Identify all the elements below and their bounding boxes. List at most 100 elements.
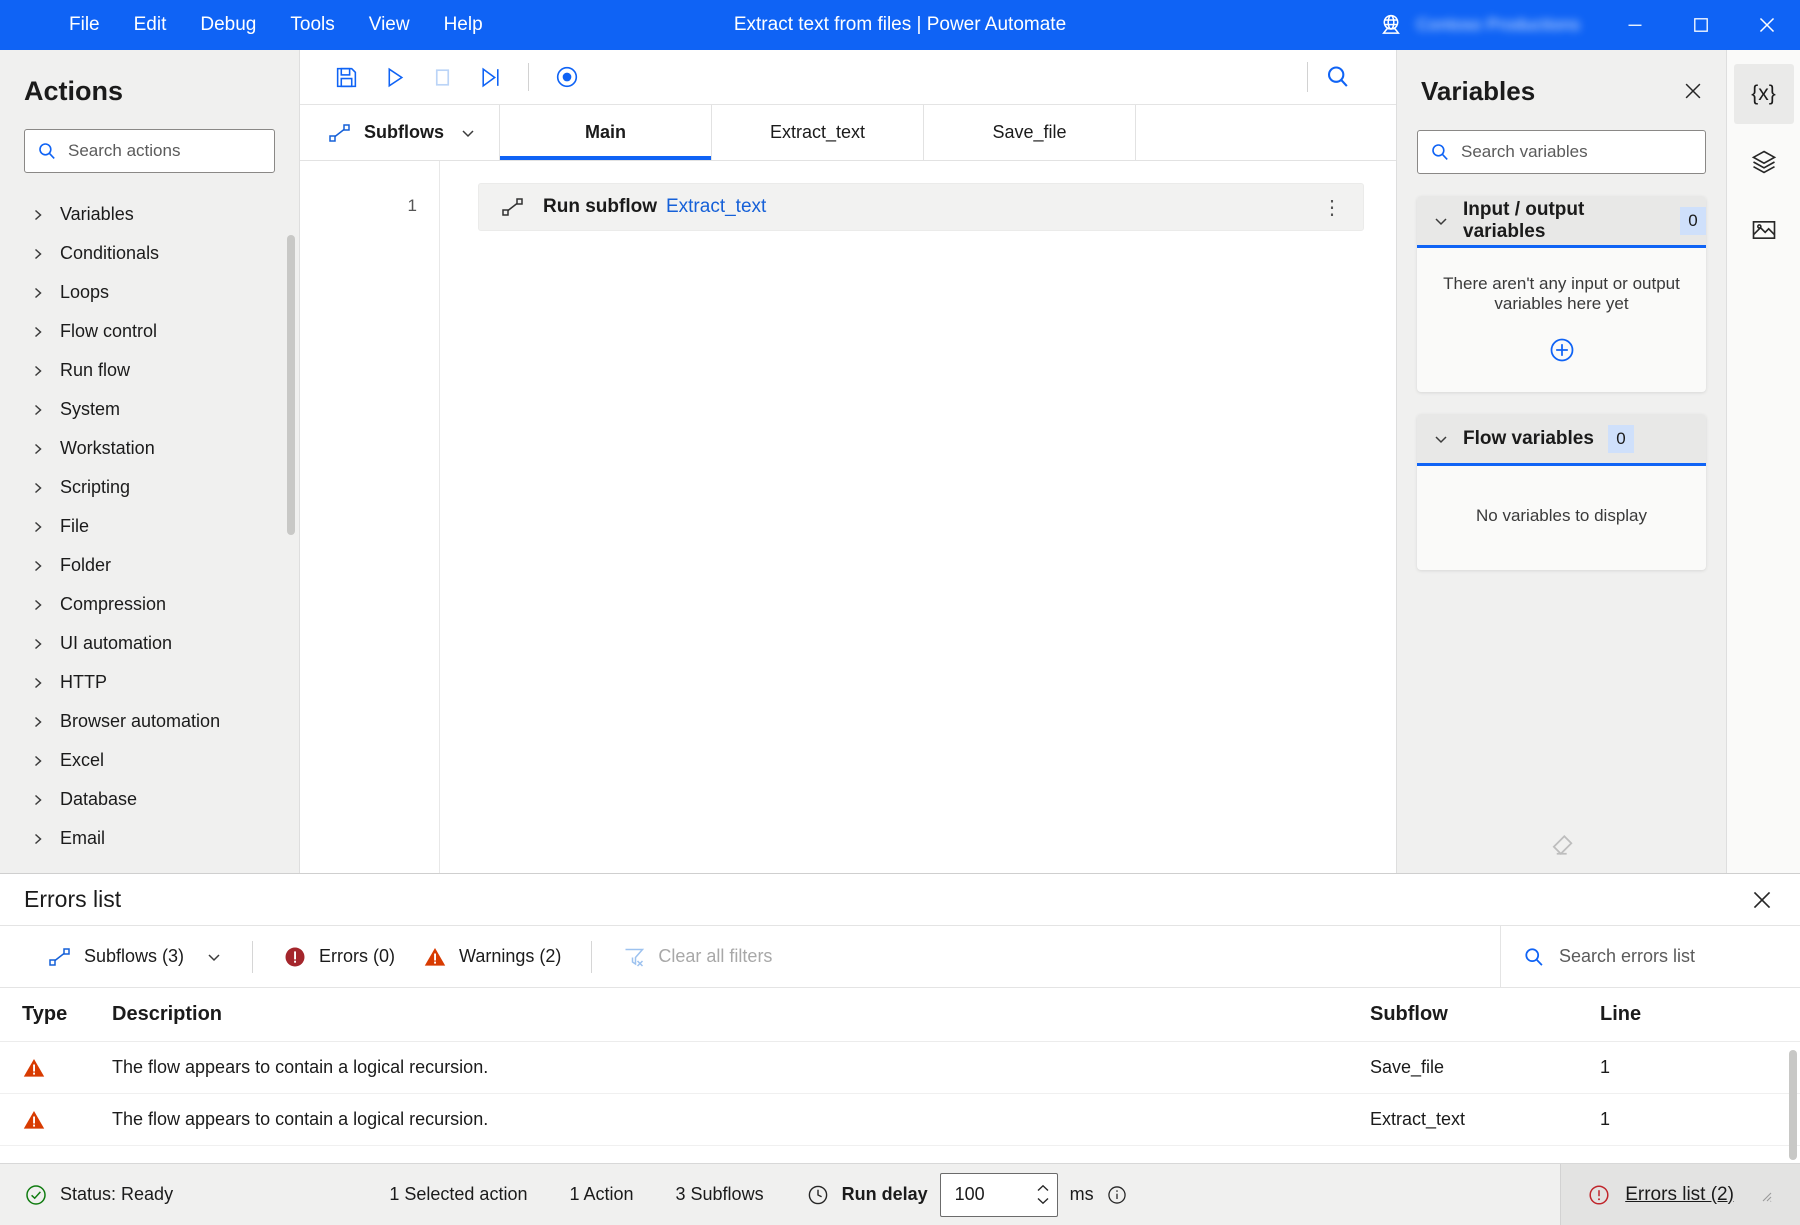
menu-debug[interactable]: Debug bbox=[183, 0, 273, 50]
action-group-conditionals[interactable]: Conditionals bbox=[0, 234, 299, 273]
action-group-email[interactable]: Email bbox=[0, 819, 299, 858]
variables-braces-icon: {x} bbox=[1751, 82, 1776, 105]
toolbar-divider-right bbox=[1307, 62, 1308, 92]
stepper-up-icon[interactable] bbox=[1035, 1183, 1051, 1194]
minimize-button[interactable] bbox=[1602, 0, 1668, 50]
action-group-ui-automation[interactable]: UI automation bbox=[0, 624, 299, 663]
search-flow-button[interactable] bbox=[1314, 57, 1362, 97]
filter-warnings-label: Warnings (2) bbox=[459, 946, 562, 966]
subflows-dropdown[interactable]: Subflows bbox=[300, 105, 500, 160]
chevron-right-icon bbox=[28, 559, 48, 573]
errors-table-scrollbar[interactable] bbox=[1789, 1050, 1797, 1160]
errors-list-link[interactable]: Errors list (2) bbox=[1625, 1184, 1734, 1206]
filter-errors[interactable]: Errors (0) bbox=[269, 937, 409, 977]
action-group-browser-automation[interactable]: Browser automation bbox=[0, 702, 299, 741]
clear-variables-button[interactable] bbox=[1397, 831, 1726, 859]
action-group-workstation[interactable]: Workstation bbox=[0, 429, 299, 468]
warning-icon bbox=[22, 1056, 108, 1080]
column-header-line: Line bbox=[1600, 1003, 1642, 1025]
empty-state-text: No variables to display bbox=[1475, 506, 1648, 525]
run-next-action-button[interactable] bbox=[466, 57, 514, 97]
search-actions-input[interactable] bbox=[68, 141, 262, 161]
action-group-database[interactable]: Database bbox=[0, 780, 299, 819]
resize-grip-icon[interactable] bbox=[1758, 1188, 1772, 1202]
action-group-http[interactable]: HTTP bbox=[0, 663, 299, 702]
chevron-right-icon bbox=[28, 403, 48, 417]
search-errors-input[interactable] bbox=[1559, 946, 1800, 967]
actions-scrollbar[interactable] bbox=[287, 235, 295, 535]
clear-all-filters-button[interactable]: Clear all filters bbox=[608, 937, 786, 977]
maximize-button[interactable] bbox=[1668, 0, 1734, 50]
run-delay-stepper[interactable]: 100 bbox=[939, 1172, 1058, 1217]
row-type-cell bbox=[0, 1108, 108, 1132]
recorder-button[interactable] bbox=[543, 57, 591, 97]
table-row[interactable]: The flow appears to contain a logical re… bbox=[0, 1042, 1800, 1094]
search-variables-input[interactable] bbox=[1461, 142, 1693, 162]
stepper-arrows[interactable] bbox=[1035, 1183, 1051, 1206]
action-group-label: Conditionals bbox=[60, 243, 160, 263]
close-button[interactable] bbox=[1734, 0, 1800, 50]
variables-panel-close-button[interactable] bbox=[1676, 74, 1710, 108]
step-argument[interactable]: Extract_text bbox=[666, 196, 766, 218]
step-more-menu-icon[interactable]: ⋮ bbox=[1317, 192, 1347, 222]
right-rail: {x} bbox=[1726, 50, 1800, 873]
add-input-output-variable-button[interactable] bbox=[1431, 336, 1692, 364]
action-group-loops[interactable]: Loops bbox=[0, 273, 299, 312]
rail-images-button[interactable] bbox=[1734, 200, 1794, 260]
menu-file[interactable]: File bbox=[52, 0, 117, 50]
filter-subflows-label: Subflows (3) bbox=[84, 946, 185, 966]
actions-panel-title: Actions bbox=[24, 76, 124, 106]
tab-label: Extract_text bbox=[769, 122, 866, 142]
tab-save-file[interactable]: Save_file bbox=[924, 105, 1136, 160]
errors-list-close-button[interactable] bbox=[1744, 882, 1780, 918]
chevron-right-icon bbox=[28, 754, 48, 768]
action-group-variables[interactable]: Variables bbox=[0, 195, 299, 234]
error-circle-icon bbox=[1587, 1183, 1611, 1207]
action-group-flow-control[interactable]: Flow control bbox=[0, 312, 299, 351]
run-delay-value[interactable]: 100 bbox=[955, 1184, 1035, 1205]
action-group-folder[interactable]: Folder bbox=[0, 546, 299, 585]
filter-warnings[interactable]: Warnings (2) bbox=[409, 937, 575, 977]
flow-step-row[interactable]: Run subflow Extract_text ⋮ bbox=[478, 183, 1364, 231]
info-icon[interactable] bbox=[1106, 1184, 1128, 1206]
actions-group-list: Variables Conditionals Loops Flow contro… bbox=[0, 195, 299, 873]
search-variables-box[interactable] bbox=[1417, 130, 1706, 174]
menu-edit[interactable]: Edit bbox=[117, 0, 184, 50]
save-button[interactable] bbox=[322, 57, 370, 97]
chevron-right-icon bbox=[28, 286, 48, 300]
stepper-down-icon[interactable] bbox=[1035, 1195, 1051, 1206]
action-group-scripting[interactable]: Scripting bbox=[0, 468, 299, 507]
rail-ui-elements-button[interactable] bbox=[1734, 132, 1794, 192]
action-group-system[interactable]: System bbox=[0, 390, 299, 429]
status-indicator: Status: Ready bbox=[24, 1183, 173, 1207]
menu-bar: File Edit Debug Tools View Help bbox=[52, 0, 500, 50]
table-row[interactable]: The flow appears to contain a logical re… bbox=[0, 1094, 1800, 1146]
column-header-description: Description bbox=[112, 1003, 223, 1025]
chevron-down-icon bbox=[206, 950, 222, 964]
menu-help[interactable]: Help bbox=[427, 0, 500, 50]
title-bar: File Edit Debug Tools View Help Extract … bbox=[0, 0, 1800, 50]
action-group-run-flow[interactable]: Run flow bbox=[0, 351, 299, 390]
errors-list-panel: Errors list Subflows (3) Errors (0) Warn… bbox=[0, 873, 1800, 1163]
action-group-excel[interactable]: Excel bbox=[0, 741, 299, 780]
action-group-label: HTTP bbox=[60, 672, 107, 692]
menu-tools[interactable]: Tools bbox=[273, 0, 351, 50]
tab-main[interactable]: Main bbox=[500, 105, 712, 160]
filter-subflows[interactable]: Subflows (3) bbox=[34, 938, 236, 976]
run-button[interactable] bbox=[370, 57, 418, 97]
search-actions-box[interactable] bbox=[24, 129, 275, 173]
search-errors-box[interactable] bbox=[1500, 925, 1800, 988]
stop-button[interactable] bbox=[418, 57, 466, 97]
flow-variables-header[interactable]: Flow variables 0 bbox=[1417, 414, 1706, 466]
rail-variables-button[interactable]: {x} bbox=[1733, 64, 1794, 124]
tab-extract-text[interactable]: Extract_text bbox=[712, 105, 924, 160]
power-automate-window: File Edit Debug Tools View Help Extract … bbox=[0, 0, 1800, 1225]
input-output-variables-header[interactable]: Input / output variables 0 bbox=[1417, 196, 1706, 248]
action-group-file[interactable]: File bbox=[0, 507, 299, 546]
chevron-right-icon bbox=[28, 247, 48, 261]
menu-view[interactable]: View bbox=[352, 0, 427, 50]
action-group-label: Browser automation bbox=[60, 711, 221, 731]
tenant-indicator[interactable]: Contoso Productions bbox=[1378, 12, 1580, 38]
errors-list-status-button[interactable]: Errors list (2) bbox=[1560, 1164, 1800, 1225]
action-group-compression[interactable]: Compression bbox=[0, 585, 299, 624]
